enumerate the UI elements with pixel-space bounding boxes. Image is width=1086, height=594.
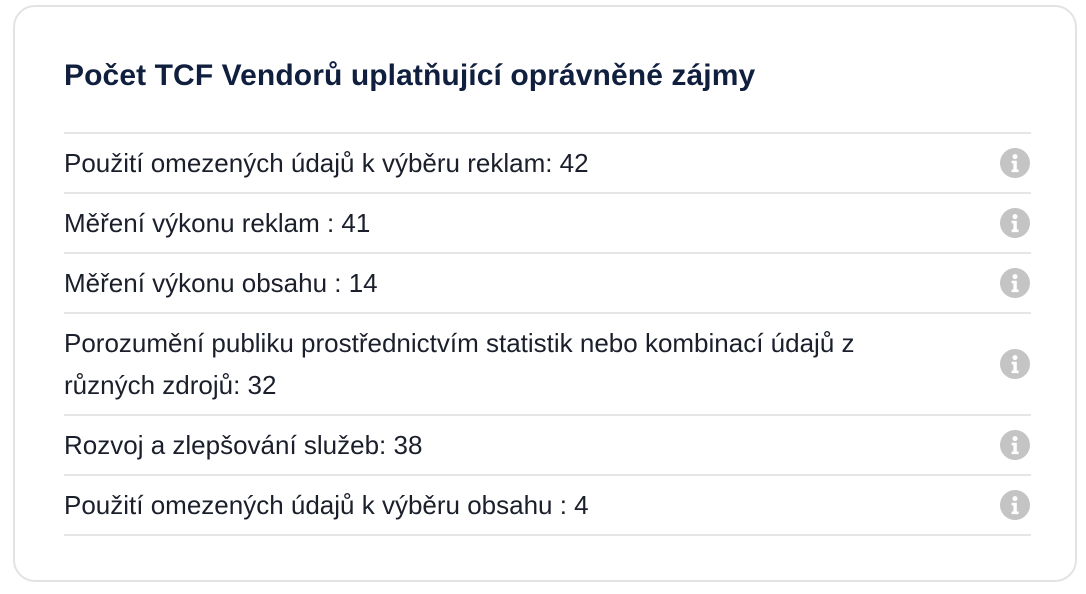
info-icon[interactable] xyxy=(1000,268,1030,298)
list-item: Porozumění publiku prostřednictvím stati… xyxy=(64,314,1031,416)
list-item-label: Použití omezených údajů k výběru reklam:… xyxy=(64,148,589,178)
info-icon[interactable] xyxy=(1000,430,1030,460)
info-icon[interactable] xyxy=(1000,490,1030,520)
list-item-label: Měření výkonu obsahu : 14 xyxy=(64,268,378,298)
list-item-label: Měření výkonu reklam : 41 xyxy=(64,208,371,238)
info-icon[interactable] xyxy=(1000,208,1030,238)
legitimate-interest-card: Počet TCF Vendorů uplatňující oprávněné … xyxy=(13,5,1077,582)
card-title: Počet TCF Vendorů uplatňující oprávněné … xyxy=(64,59,756,92)
list-item: Použití omezených údajů k výběru obsahu … xyxy=(64,476,1031,536)
list-item: Rozvoj a zlepšování služeb: 38 xyxy=(64,416,1031,476)
purpose-list: Použití omezených údajů k výběru reklam:… xyxy=(64,132,1031,536)
info-icon[interactable] xyxy=(1000,148,1030,178)
list-item-label: Rozvoj a zlepšování služeb: 38 xyxy=(64,430,423,460)
list-item: Měření výkonu obsahu : 14 xyxy=(64,254,1031,314)
info-icon[interactable] xyxy=(1000,349,1030,379)
list-item-label: Použití omezených údajů k výběru obsahu … xyxy=(64,490,589,520)
list-item-label: Porozumění publiku prostřednictvím stati… xyxy=(64,328,855,400)
list-item: Použití omezených údajů k výběru reklam:… xyxy=(64,134,1031,194)
list-item: Měření výkonu reklam : 41 xyxy=(64,194,1031,254)
